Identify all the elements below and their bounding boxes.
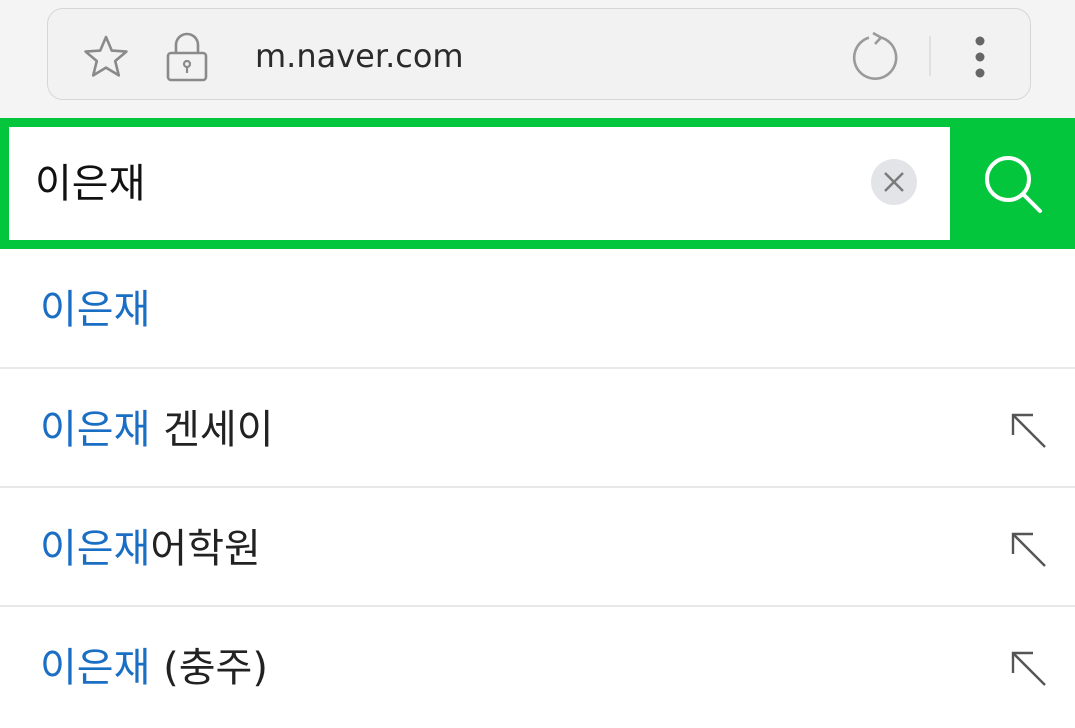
clear-search-button[interactable] — [871, 159, 917, 205]
search-button[interactable] — [950, 118, 1075, 249]
suggestion-text[interactable]: 이은재 겐세이 — [40, 405, 274, 455]
arrow-up-left-icon — [1011, 651, 1046, 686]
suggestion-rest: 어학원 — [150, 526, 261, 572]
suggestion-rest: (충주) — [150, 645, 268, 691]
reload-icon — [852, 31, 898, 80]
address-bar[interactable]: m.naver.com — [47, 8, 1031, 100]
suggestion-item[interactable]: 이은재 — [0, 249, 1075, 369]
suggestion-text[interactable]: 이은재 (충주) — [40, 643, 268, 693]
star-icon — [84, 35, 128, 77]
search-icon — [984, 155, 1042, 213]
bookmark-star-button[interactable] — [78, 29, 134, 85]
fill-query-button[interactable] — [1005, 407, 1053, 455]
arrow-up-left-icon — [1011, 413, 1046, 448]
toolbar-divider — [929, 36, 931, 76]
more-menu-button[interactable] — [956, 29, 1004, 85]
more-vert-icon — [975, 36, 985, 78]
suggestion-item[interactable]: 이은재 겐세이 — [0, 369, 1075, 488]
search-input[interactable]: 이은재 — [9, 127, 950, 240]
clear-icon — [884, 172, 904, 192]
suggestion-item[interactable]: 이은재어학원 — [0, 488, 1075, 607]
suggestion-item[interactable]: 이은재 (충주) — [0, 607, 1075, 726]
browser-toolbar: m.naver.com — [0, 0, 1075, 118]
suggestion-text[interactable]: 이은재 — [40, 285, 150, 335]
url-text[interactable]: m.naver.com — [255, 34, 464, 78]
fill-query-button[interactable] — [1005, 526, 1053, 574]
suggestion-highlight: 이은재 — [40, 287, 151, 333]
reload-button[interactable] — [844, 29, 908, 85]
suggestion-highlight: 이은재 — [40, 407, 151, 453]
lock-icon — [160, 29, 214, 85]
suggestion-highlight: 이은재 — [40, 526, 151, 572]
suggestion-highlight: 이은재 — [40, 645, 151, 691]
arrow-up-left-icon — [1011, 532, 1046, 567]
suggestion-text[interactable]: 이은재어학원 — [40, 524, 261, 574]
search-bar: 이은재 — [0, 118, 1075, 249]
suggestion-rest: 겐세이 — [150, 407, 274, 453]
search-query-text[interactable]: 이은재 — [35, 157, 145, 211]
fill-query-button[interactable] — [1005, 645, 1053, 693]
suggestion-list: 이은재 이은재 겐세이 이은재어학원 이은재 (충주) — [0, 249, 1075, 726]
